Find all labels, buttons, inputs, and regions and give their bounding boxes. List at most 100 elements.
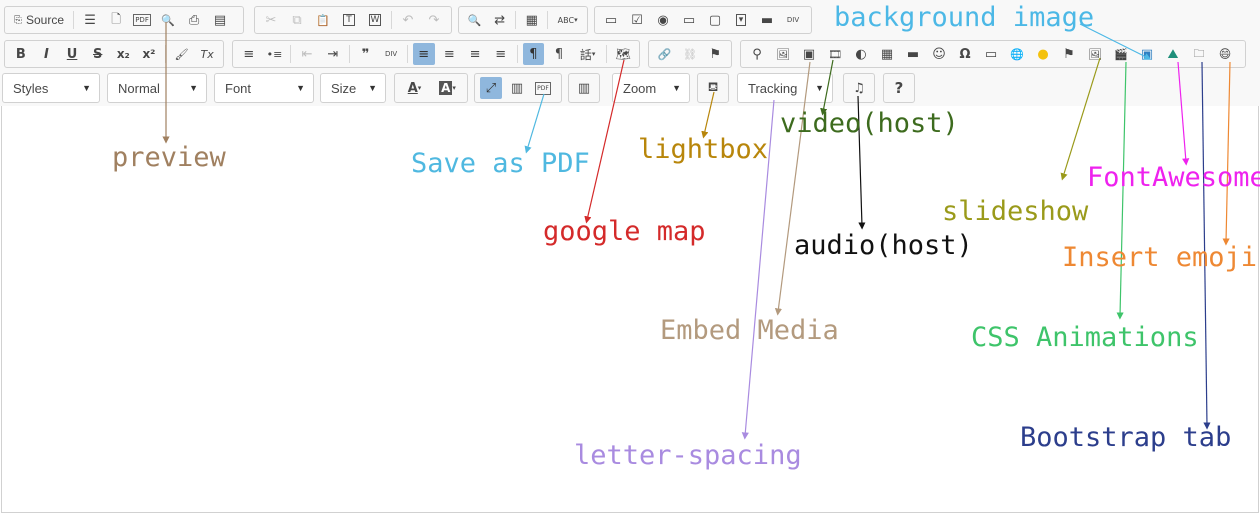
table-icon: ▦ [880,46,894,62]
select-field-icon: ▾ [735,14,747,26]
copy-format-button[interactable]: 🖌 [171,43,193,65]
spellcheck-button[interactable]: ABC ▾ [553,9,582,31]
css-animations-button[interactable]: 🎬 [1110,43,1132,65]
print-button[interactable]: ⎙ [183,9,205,31]
align-right-button[interactable]: ≡ [464,43,486,65]
form-button[interactable]: ▭ [600,9,622,31]
italic-icon: I [44,46,49,62]
subscript-button[interactable]: x₂ [113,43,135,65]
paste-text-button[interactable]: T [338,9,360,31]
annotation-slideshow: slideshow [942,196,1089,227]
paste-button[interactable]: 📋 [312,9,334,31]
textfield-button[interactable]: ▭ [678,9,700,31]
strike-button[interactable]: S [87,43,109,65]
circle-button[interactable]: ● [1032,43,1054,65]
align-center-button[interactable]: ≡ [439,43,461,65]
horizontal-rule-button[interactable]: ▬ [902,43,924,65]
chevron-down-icon: ▼ [82,83,91,93]
tracking-dropdown[interactable]: Tracking ▼ [737,73,833,103]
new-page-button[interactable]: 🗋 [105,9,127,31]
size-dropdown[interactable]: Size ▼ [320,73,386,103]
insert-emoji-button[interactable]: 😄 [1214,43,1236,65]
flag-button[interactable]: ⚑ [1058,43,1080,65]
iframe-icon: ▭ [984,46,998,62]
font-dropdown[interactable]: Font ▼ [214,73,314,103]
flash-button[interactable]: ◐ [850,43,872,65]
checkbox-button[interactable]: ☑ [626,9,648,31]
save-as-pdf-button[interactable]: PDF [532,77,554,99]
superscript-button[interactable]: x² [138,43,160,65]
find-button[interactable]: 🔍 [464,9,485,31]
image-button[interactable]: 🖼 [772,43,794,65]
source-button[interactable]: ⎘ Source [10,9,68,31]
show-blocks-button[interactable]: ▥ [506,77,528,99]
remove-format-button[interactable]: Tx [196,43,218,65]
format-dropdown[interactable]: Normal ▼ [107,73,207,103]
undo-button[interactable]: ↶ [397,9,419,31]
styles-dropdown[interactable]: Styles ▼ [2,73,100,103]
copy-button[interactable]: ⧉ [286,9,308,31]
paste-word-button[interactable]: W [364,9,386,31]
lightbox-button[interactable]: ⛾ [703,77,723,99]
iframe-button[interactable]: ▭ [980,43,1002,65]
blockquote-button[interactable]: ❞ [355,43,377,65]
css-animations-icon: 🎬 [1114,47,1128,61]
select-field-button[interactable]: ▾ [730,9,752,31]
smiley-button[interactable]: ☺ [928,43,950,65]
slideshow-button[interactable]: 🖼 [1084,43,1106,65]
radio-button[interactable]: ◉ [652,9,674,31]
preview-button[interactable]: 🔍 [157,9,179,31]
anchor-button[interactable]: ⚑ [705,43,726,65]
cut-button[interactable]: ✂ [260,9,282,31]
justify-button[interactable]: ≡ [490,43,512,65]
google-map-button[interactable]: 🗺 [612,43,634,65]
numbered-list-button[interactable]: ≡ [238,43,260,65]
bg-color-button[interactable]: A ▾ [433,77,462,99]
globe-button[interactable]: 🌐 [1006,43,1028,65]
table-button[interactable]: ▦ [876,43,898,65]
text-color-icon: A [407,80,418,96]
background-image-button[interactable]: ▣ [1136,43,1158,65]
clipboard-group: ✂ ⧉ 📋 T W ↶ ↷ [254,6,452,34]
location-button[interactable]: ⚲ [746,43,768,65]
show-blocks-button[interactable]: ☰ [79,9,101,31]
templates-button[interactable]: ▤ [209,9,231,31]
select-all-button[interactable]: ▦ [521,9,542,31]
special-char-button[interactable]: Ω [954,43,976,65]
div-container-button[interactable]: DIV [380,43,402,65]
maximize-button[interactable]: ⤢ [480,77,502,99]
align-left-button[interactable]: ≡ [412,43,435,65]
export-pdf-button[interactable]: PDF [131,9,153,31]
italic-button[interactable]: I [36,43,58,65]
embed-media-button[interactable]: ▣ [798,43,820,65]
chevron-down-icon: ▼ [815,83,824,93]
outdent-button[interactable]: ⇤ [296,43,318,65]
bootstrap-tab-button[interactable]: 🗀 [1188,43,1210,65]
chevron-down-icon: ▾ [591,50,596,58]
audio-host-button[interactable]: ♫ [849,77,869,99]
annotation-css-animations: CSS Animations [971,322,1199,353]
indent-button[interactable]: ⇥ [322,43,344,65]
text-direction-rtl-button[interactable]: ¶ [548,43,570,65]
replace-button[interactable]: ⇄ [489,9,510,31]
underline-icon: U [66,46,78,62]
language-button[interactable]: 話 ▾ [574,43,602,65]
help-button[interactable]: ? [889,77,909,99]
unlink-button[interactable]: ⛓ [679,43,700,65]
text-direction-ltr-button[interactable]: ¶ [522,43,545,65]
hidden-field-button[interactable]: DIV [782,9,804,31]
redo-button[interactable]: ↷ [423,9,445,31]
link-button[interactable]: 🔗 [654,43,675,65]
zoom-dropdown[interactable]: Zoom ▼ [612,73,690,103]
text-color-button[interactable]: A ▾ [400,77,429,99]
bulleted-list-button[interactable]: •≡ [264,43,286,65]
bold-button[interactable]: B [10,43,32,65]
paragraph-group: ≡ •≡ ⇤ ⇥ ❞ DIV ≡ ≡ ≡ ≡ ¶ ¶ 話 ▾ 🗺 [232,40,640,68]
columns-button[interactable]: ▥ [574,77,594,99]
underline-button[interactable]: U [61,43,83,65]
fontawesome-button[interactable]: ⛰ [1162,43,1184,65]
find-icon: 🔍 [467,13,482,27]
video-host-button[interactable]: 🎞 [824,43,846,65]
textarea-button[interactable]: ▢ [704,9,726,31]
form-button-button[interactable]: ▬ [756,9,778,31]
